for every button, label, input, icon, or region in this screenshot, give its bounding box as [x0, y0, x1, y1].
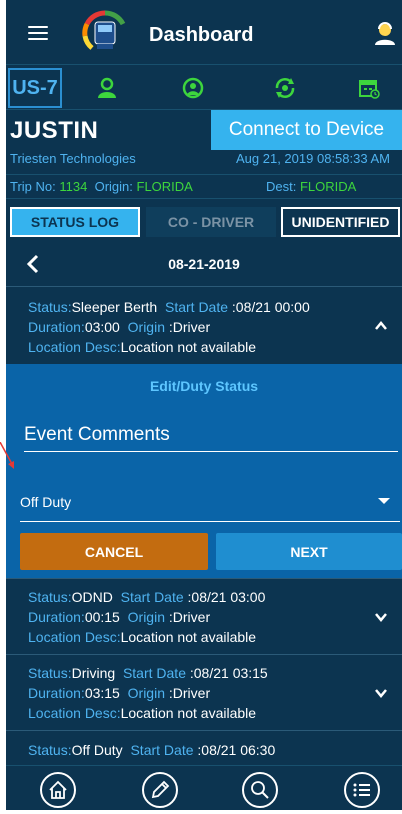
- bottom-navigation: [6, 765, 402, 814]
- log-date: 08-21-2019: [168, 256, 240, 272]
- chevron-down-icon[interactable]: [374, 686, 388, 700]
- log-start-date: :08/21 03:00: [187, 589, 266, 605]
- driver-profile-icon[interactable]: [374, 22, 396, 46]
- edit-duty-status-panel: Edit/Duty Status Event Comments Off Duty…: [6, 364, 402, 578]
- bottom-edge: [0, 810, 402, 814]
- driver-name: JUSTIN: [10, 117, 99, 144]
- log-tabs: STATUS LOG CO - DRIVER UNIDENTIFIED: [6, 198, 402, 242]
- log-start-date: :08/21 06:30: [197, 742, 276, 758]
- event-comments-input[interactable]: Event Comments: [24, 424, 398, 452]
- sync-icon[interactable]: [274, 77, 296, 99]
- list-button[interactable]: [344, 772, 380, 808]
- tab-co-driver[interactable]: CO - DRIVER: [146, 207, 276, 237]
- log-status: ODND: [71, 589, 113, 605]
- log-item[interactable]: Status:ODND Start Date :08/21 03:00 Dura…: [6, 578, 402, 654]
- log-duration: 03:15: [84, 685, 120, 701]
- home-button[interactable]: [40, 772, 76, 808]
- log-item[interactable]: Status:Sleeper Berth Start Date :08/21 0…: [6, 286, 402, 364]
- next-button[interactable]: NEXT: [216, 533, 402, 570]
- trip-origin-value: FLORIDA: [136, 179, 193, 194]
- driver-info: JUSTIN Triesten Technologies Connect to …: [6, 110, 402, 174]
- log-status: Driving: [71, 665, 116, 681]
- menu-icon[interactable]: [28, 26, 48, 40]
- log-location: Location not available: [120, 705, 257, 721]
- current-datetime: Aug 21, 2019 08:58:33 AM: [236, 151, 390, 166]
- calendar-icon[interactable]: [358, 77, 380, 99]
- cancel-button[interactable]: CANCEL: [20, 533, 208, 570]
- log-item[interactable]: Status:Off Duty Start Date :08/21 06:30: [6, 730, 402, 765]
- search-icon: [251, 781, 269, 799]
- edit-button[interactable]: [142, 772, 178, 808]
- log-status: Sleeper Berth: [71, 299, 158, 315]
- page-title: Dashboard: [149, 24, 254, 46]
- dest-label: Dest:: [266, 179, 297, 194]
- app-screen: Dashboard US-7 JUSTIN Triesten Technolog…: [6, 0, 402, 814]
- log-start-date: :08/21 03:15: [189, 665, 268, 681]
- log-duration: 03:00: [84, 319, 120, 335]
- co-driver-icon[interactable]: [182, 77, 204, 99]
- vehicle-bar: US-7: [6, 64, 402, 110]
- app-header: Dashboard: [6, 0, 402, 64]
- date-navigation: 08-21-2019: [6, 242, 402, 286]
- log-item[interactable]: Status:Driving Start Date :08/21 03:15 D…: [6, 654, 402, 730]
- log-start-date: :08/21 00:00: [231, 299, 310, 315]
- trip-no: 1134: [59, 179, 88, 194]
- log-origin: :Driver: [168, 609, 211, 625]
- chevron-up-icon[interactable]: [374, 319, 388, 333]
- annotation-arrow: [0, 442, 14, 469]
- log-origin: :Driver: [168, 319, 211, 335]
- driver-icon[interactable]: [96, 77, 118, 99]
- chevron-down-icon[interactable]: [374, 610, 388, 624]
- company-name: Triesten Technologies: [10, 151, 136, 166]
- home-icon: [49, 780, 67, 799]
- tab-status-log[interactable]: STATUS LOG: [10, 207, 140, 237]
- search-button[interactable]: [242, 772, 278, 808]
- log-duration: 00:15: [84, 609, 120, 625]
- list-icon: [353, 783, 370, 797]
- vehicle-id[interactable]: US-7: [8, 68, 62, 108]
- trip-origin: Trip No: 1134 Origin: FLORIDA: [10, 179, 193, 194]
- log-location: Location not available: [120, 339, 257, 355]
- trip-destination: Dest: FLORIDA: [266, 179, 356, 194]
- origin-label: Origin:: [94, 179, 133, 194]
- dropdown-caret-icon: [378, 498, 390, 504]
- truck-logo: [82, 10, 126, 50]
- edit-panel-title: Edit/Duty Status: [149, 378, 259, 394]
- edit-icon: [151, 780, 170, 799]
- trip-no-label: Trip No:: [10, 179, 56, 194]
- trip-dest-value: FLORIDA: [299, 179, 357, 194]
- duty-status-select[interactable]: Off Duty: [20, 492, 400, 522]
- tab-unidentified[interactable]: UNIDENTIFIED: [281, 207, 400, 237]
- selected-duty-status: Off Duty: [20, 494, 72, 510]
- log-origin: :Driver: [168, 685, 211, 701]
- log-status: Off Duty: [71, 742, 123, 758]
- trip-info: Trip No: 1134 Origin: FLORIDA Dest: FLOR…: [6, 174, 402, 198]
- connect-device-button[interactable]: Connect to Device: [211, 110, 402, 150]
- log-location: Location not available: [120, 629, 257, 645]
